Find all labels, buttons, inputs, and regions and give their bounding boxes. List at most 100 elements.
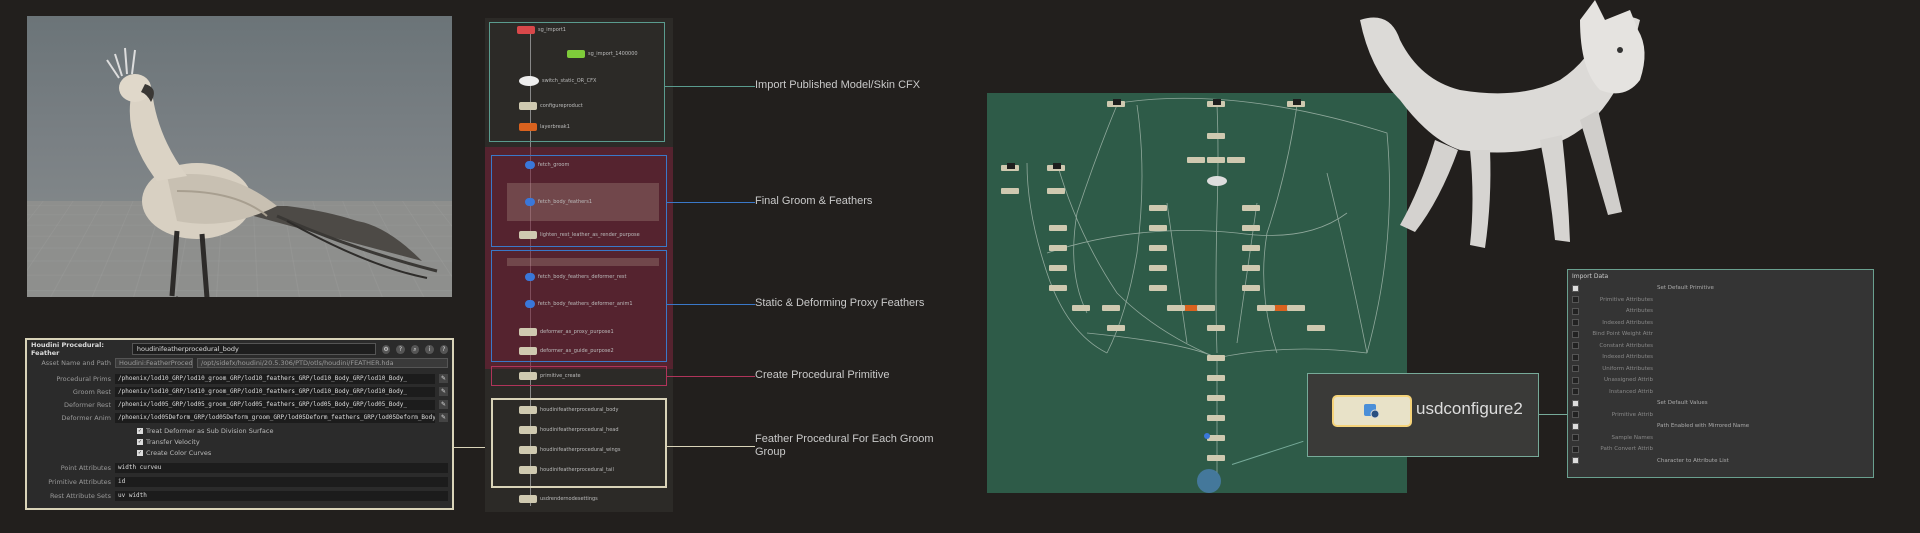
parameter-panel: Houdini Procedural: Feather houdinifeath…: [25, 338, 454, 510]
checkbox-toggle[interactable]: [1572, 319, 1579, 326]
pick-button[interactable]: ✎: [439, 400, 448, 409]
checkbox-toggle[interactable]: [1572, 307, 1579, 315]
checkbox-toggle[interactable]: [1572, 422, 1579, 430]
checkbox-toggle[interactable]: [1572, 457, 1579, 464]
param-label: Rest Attribute Sets: [49, 491, 111, 500]
node-layerbreak1[interactable]: layerbreak1: [519, 123, 570, 131]
checkbox-toggle[interactable]: [1572, 353, 1579, 361]
import-row: Character to Attribute List: [1572, 457, 1869, 465]
checkbox-icon: ✓: [137, 427, 143, 434]
question-icon[interactable]: ?: [439, 344, 448, 354]
param-value-field[interactable]: /phoenix/lod10_GRP/lod10_groom_GRP/lod10…: [115, 373, 435, 384]
node-lighten-rest-leather[interactable]: lighten_rest_leather_as_render_purpose: [519, 231, 640, 239]
node-usdrendernodesettings[interactable]: usdrendernodesettings: [519, 495, 598, 503]
node-feather-procedural-body[interactable]: houdinifeatherprocedural_body: [519, 406, 618, 414]
import-data-panel: Import Data Set Default Primitive Primiti…: [1567, 269, 1874, 478]
viewport-3d[interactable]: [27, 16, 452, 297]
param-label: Deformer Anim: [61, 413, 111, 422]
import-row: Path Enabled with Mirrored Name: [1572, 422, 1869, 430]
import-row-label: Primitive Attributes: [1599, 296, 1653, 303]
import-row-label: Constant Attributes: [1599, 342, 1653, 349]
node-fetch-body-feathers-deformer-anim1[interactable]: fetch_body_feathers_deformer_anim1: [525, 300, 633, 308]
node-configureproduct[interactable]: configureproduct: [519, 102, 583, 110]
node-feather-procedural-wings[interactable]: houdinifeatherprocedural_wings: [519, 446, 620, 454]
node-fetch-body-feathers-deformer-rest[interactable]: fetch_body_feathers_deformer_rest: [525, 273, 626, 281]
param-value-field[interactable]: /phoenix/lod05Deform_GRP/lod05Deform_gro…: [115, 412, 435, 423]
param-label: Procedural Prims: [56, 374, 111, 383]
param-value-field[interactable]: id: [115, 476, 448, 487]
checkbox-toggle[interactable]: [1572, 296, 1579, 303]
checkbox-toggle[interactable]: [1572, 284, 1579, 292]
node-switch-static-or-cfx[interactable]: switch_static_OR_CFX: [519, 76, 596, 86]
import-row: Bind Point Weight Attr: [1572, 330, 1869, 338]
gear-icon[interactable]: ⚙: [381, 344, 391, 354]
checkbox-create-color-curves[interactable]: ✓ Create Color Curves: [137, 448, 211, 457]
param-row-groom-rest: Groom Rest /phoenix/lod10_GRP/lod10_groo…: [31, 386, 448, 397]
callout-line-final-groom: [667, 202, 755, 203]
checkbox-treat-deformer[interactable]: ✓ Treat Deformer as Sub Division Surface: [137, 426, 274, 435]
checkbox-toggle[interactable]: [1572, 411, 1579, 418]
node-sg-import1[interactable]: sg_import1: [517, 26, 566, 34]
import-row-label: Uniform Attributes: [1602, 365, 1653, 372]
usd-node-icon: [1364, 404, 1380, 419]
node-fetch-groom[interactable]: fetch_groom: [525, 161, 569, 169]
pick-button[interactable]: ✎: [439, 387, 448, 396]
callout-final-groom: Final Groom & Feathers: [755, 195, 873, 207]
help-icon[interactable]: ?: [396, 344, 405, 354]
import-row-value: Set Default Primitive: [1657, 285, 1714, 291]
param-value-field[interactable]: /phoenix/lod05_GRP/lod05_groom_GRP/lod05…: [115, 399, 435, 410]
checkbox-toggle[interactable]: [1572, 434, 1579, 441]
import-row-label: Indexed Attributes: [1602, 354, 1653, 360]
node-feather-procedural-tail[interactable]: houdinifeatherprocedural_tail: [519, 466, 614, 474]
node-deformer-as-proxy-purpose1[interactable]: deformer_as_proxy_purpose1: [519, 328, 614, 336]
node-primitive-create[interactable]: primitive_create: [519, 372, 581, 380]
checkbox-toggle[interactable]: [1572, 445, 1579, 453]
callout-line-feather-procedural: [667, 446, 755, 447]
checkbox-label: Create Color Curves: [146, 448, 212, 457]
callout-procedural-primitive: Create Procedural Primitive: [755, 369, 890, 381]
checkbox-toggle[interactable]: [1572, 365, 1579, 372]
search-icon[interactable]: ⌕: [410, 344, 420, 354]
param-row-procedural-prims: Procedural Prims /phoenix/lod10_GRP/lod1…: [31, 373, 448, 384]
node-sg-import-1400000[interactable]: sg_import_1400000: [567, 50, 638, 58]
param-value-field[interactable]: /phoenix/lod10_GRP/lod10_groom_GRP/lod10…: [115, 386, 435, 397]
import-row: Uniform Attributes: [1572, 365, 1869, 373]
import-row-label: Sample Names: [1611, 434, 1653, 441]
bird-model-illustration: [106, 47, 438, 297]
cat-render-illustration: [1360, 0, 1645, 248]
zoom-to-panel-connector: [1539, 414, 1567, 415]
import-row-label: Attributes: [1625, 308, 1653, 314]
checkbox-toggle[interactable]: [1572, 342, 1579, 349]
node-feather-procedural-head[interactable]: houdinifeatherprocedural_head: [519, 426, 619, 434]
param-label: Groom Rest: [72, 387, 111, 396]
callout-line-import: [665, 86, 755, 87]
asset-name-field[interactable]: Houdini:FeatherProcedural: [115, 358, 193, 368]
checkbox-transfer-velocity[interactable]: ✓ Transfer Velocity: [137, 437, 200, 446]
checkbox-toggle[interactable]: [1572, 388, 1579, 395]
import-row-value: Set Default Values: [1657, 400, 1708, 406]
checkbox-label: Treat Deformer as Sub Division Surface: [146, 426, 274, 435]
param-value-field[interactable]: uv width: [115, 490, 448, 501]
node-usdconfigure2[interactable]: [1334, 397, 1410, 425]
param-row-primitive-attributes: Primitive Attributes id: [31, 476, 448, 487]
param-label: Deformer Rest: [63, 400, 111, 409]
node-fetch-body-feathers1[interactable]: fetch_body_feathers1: [525, 198, 592, 206]
param-value-field[interactable]: width curveu: [115, 462, 448, 473]
param-label: Point Attributes: [60, 463, 111, 472]
checkbox-toggle[interactable]: [1572, 330, 1579, 338]
node-deformer-as-guide-purpose2[interactable]: deformer_as_guide_purpose2: [519, 347, 614, 355]
checkbox-toggle[interactable]: [1572, 376, 1579, 384]
zoom-callout-box: usdconfigure2: [1307, 373, 1539, 457]
asset-row: Asset Name and Path Houdini:FeatherProce…: [31, 358, 448, 368]
asset-path-field[interactable]: /opt/sidefx/houdini/20.5.306/PTD/otls/ho…: [197, 358, 448, 368]
import-row-value: Character to Attribute List: [1657, 457, 1729, 464]
info-icon[interactable]: i: [425, 344, 434, 354]
import-row: Indexed Attributes: [1572, 353, 1869, 361]
node-name-field[interactable]: houdinifeatherprocedural_body: [131, 343, 376, 355]
import-row: Path Convert Attrib: [1572, 445, 1869, 453]
pick-button[interactable]: ✎: [439, 374, 448, 383]
checkbox-toggle[interactable]: [1572, 399, 1579, 407]
callout-line-procedural-primitive: [667, 376, 755, 377]
node-graph-lop[interactable]: sg_import1 sg_import_1400000 switch_stat…: [485, 18, 673, 512]
pick-button[interactable]: ✎: [439, 413, 448, 422]
